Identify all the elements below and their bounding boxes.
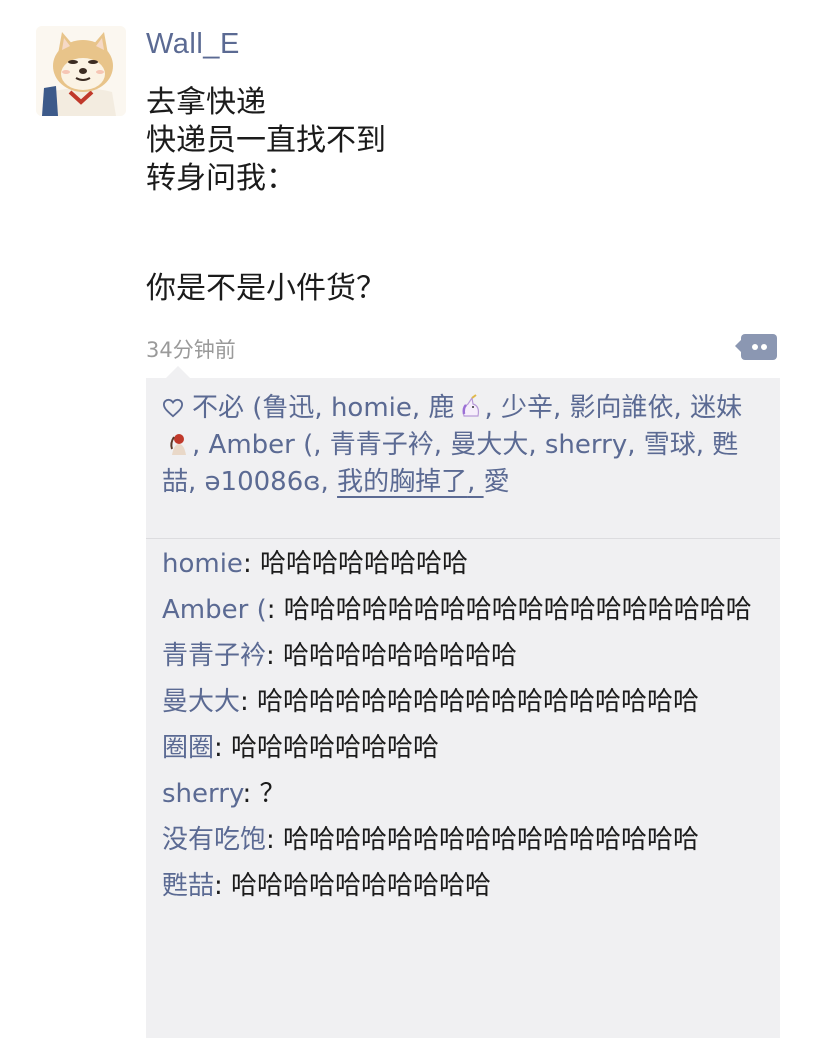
comment-item[interactable]: 曼大大: 哈哈哈哈哈哈哈哈哈哈哈哈哈哈哈哈哈 xyxy=(162,684,762,720)
comment-colon: : xyxy=(214,871,232,901)
comment-text: ？ xyxy=(259,779,286,809)
comment-text: 哈哈哈哈哈哈哈哈哈哈哈哈哈哈哈哈 xyxy=(283,825,700,855)
like-separator: , xyxy=(188,467,205,497)
comment-item[interactable]: 圈圈: 哈哈哈哈哈哈哈哈 xyxy=(162,730,762,766)
comment-author[interactable]: sherry xyxy=(162,779,242,809)
comment-author[interactable]: 圈圈 xyxy=(162,733,214,763)
comment-author[interactable]: 没有吃饱 xyxy=(162,825,266,855)
like-name[interactable]: Amber ( xyxy=(209,430,314,460)
post-line: 快递员一直找不到 xyxy=(146,123,386,158)
moments-post: Wall_E 去拿快递 快递员一直找不到 转身问我： 你是不是小件货？ 34分钟… xyxy=(0,0,819,1038)
comment-item[interactable]: 青青子衿: 哈哈哈哈哈哈哈哈哈 xyxy=(162,638,762,674)
comment-text: 哈哈哈哈哈哈哈哈哈 xyxy=(283,641,518,671)
like-separator: , xyxy=(320,467,338,497)
comment-item[interactable]: Amber (: 哈哈哈哈哈哈哈哈哈哈哈哈哈哈哈哈哈哈 xyxy=(162,592,762,628)
heart-outline-icon xyxy=(162,398,184,418)
post-line: 去拿快递 xyxy=(146,85,266,120)
comment-text: 哈哈哈哈哈哈哈哈 xyxy=(231,733,440,763)
like-separator: , xyxy=(314,393,331,423)
comment-author[interactable]: 曼大大 xyxy=(162,687,240,717)
comment-author[interactable]: Amber ( xyxy=(162,595,267,625)
comment-text: 哈哈哈哈哈哈哈哈哈哈 xyxy=(231,871,492,901)
comment-colon: : xyxy=(266,825,284,855)
username[interactable]: Wall_E xyxy=(146,28,240,61)
comment-author[interactable]: 青青子衿 xyxy=(162,641,266,671)
comment-text: 哈哈哈哈哈哈哈哈哈哈哈哈哈哈哈哈哈 xyxy=(257,687,700,717)
like-name[interactable]: 不必 (鲁迅 xyxy=(192,393,314,423)
comment-item[interactable]: homie: 哈哈哈哈哈哈哈哈 xyxy=(162,546,762,582)
like-separator: , xyxy=(192,430,209,460)
like-separator: , xyxy=(673,393,691,423)
panel-arrow xyxy=(166,366,190,378)
comment-item[interactable]: 甦喆: 哈哈哈哈哈哈哈哈哈哈 xyxy=(162,868,762,904)
like-name[interactable]: 青青子衿 xyxy=(330,430,434,460)
post-line: 转身问我： xyxy=(146,161,296,196)
figure-emoji-icon xyxy=(170,434,186,455)
like-separator: , xyxy=(528,430,545,460)
post-content: 去拿快递 快递员一直找不到 转身问我： 你是不是小件货？ xyxy=(146,84,386,308)
comment-text: 哈哈哈哈哈哈哈哈哈哈哈哈哈哈哈哈哈哈 xyxy=(283,595,752,625)
comment-more-button[interactable] xyxy=(741,334,777,360)
like-separator: , xyxy=(313,430,330,460)
like-separator: , xyxy=(484,393,501,423)
like-separator: , xyxy=(552,393,570,423)
comment-colon: : xyxy=(214,733,232,763)
like-name[interactable]: 愛 xyxy=(484,467,510,497)
likes-list: 不必 (鲁迅, homie, 鹿 , 少辛, 影向誰依, 迷妹 , Amber … xyxy=(162,390,768,501)
like-separator: , xyxy=(411,393,429,423)
like-name[interactable]: 雪球 xyxy=(644,430,696,460)
comment-item[interactable]: sherry: ？ xyxy=(162,776,762,812)
likes-divider xyxy=(146,538,780,539)
like-name[interactable]: sherry xyxy=(545,430,627,460)
comment-author[interactable]: homie xyxy=(162,549,243,579)
comment-colon: : xyxy=(266,595,284,625)
like-separator: , xyxy=(627,430,644,460)
unicorn-emoji-icon xyxy=(462,394,480,417)
comment-item[interactable]: 没有吃饱: 哈哈哈哈哈哈哈哈哈哈哈哈哈哈哈哈 xyxy=(162,822,762,858)
post-line: 你是不是小件货？ xyxy=(146,271,386,306)
like-name[interactable]: 曼大大 xyxy=(450,430,528,460)
comment-author[interactable]: 甦喆 xyxy=(162,871,214,901)
like-separator: , xyxy=(467,467,484,497)
like-separator: , xyxy=(695,430,713,460)
like-name[interactable]: 鹿 xyxy=(428,393,454,423)
like-name[interactable]: ə10086ɞ xyxy=(205,467,321,497)
like-name[interactable]: 迷妹 xyxy=(690,393,742,423)
comments-list: homie: 哈哈哈哈哈哈哈哈 Amber (: 哈哈哈哈哈哈哈哈哈哈哈哈哈哈哈… xyxy=(162,546,762,914)
comment-text: 哈哈哈哈哈哈哈哈 xyxy=(259,549,468,579)
like-name[interactable]: 少辛 xyxy=(501,393,553,423)
avatar[interactable] xyxy=(36,26,126,116)
post-time: 34分钟前 xyxy=(146,338,236,362)
shiba-avatar-icon xyxy=(36,26,126,116)
comment-colon: : xyxy=(266,641,284,671)
like-name[interactable]: homie xyxy=(331,393,412,423)
like-separator: , xyxy=(433,430,451,460)
comment-colon: : xyxy=(242,549,260,579)
comment-colon: : xyxy=(240,687,258,717)
comment-colon: : xyxy=(242,779,260,809)
like-name[interactable]: 影向誰依 xyxy=(570,393,674,423)
like-name[interactable]: 我的胸掉了 xyxy=(337,467,467,497)
